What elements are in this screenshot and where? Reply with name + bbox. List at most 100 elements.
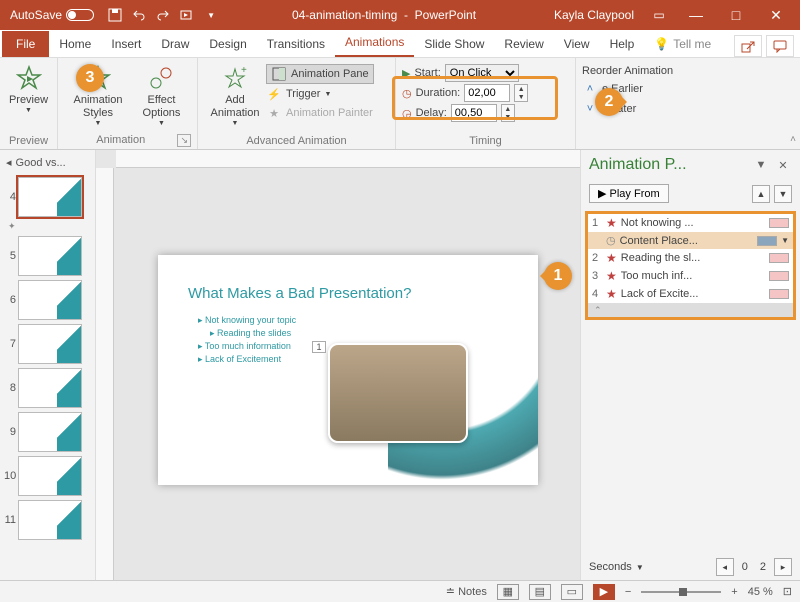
tab-animations[interactable]: Animations (335, 29, 414, 57)
group-label-advanced: Advanced Animation (204, 133, 389, 147)
reading-view-icon[interactable]: ▭ (561, 584, 583, 600)
effect-options-button[interactable]: Effect Options▼ (132, 62, 191, 131)
thumb-num: 9 (4, 426, 16, 438)
sorter-view-icon[interactable]: ▤ (529, 584, 551, 600)
entrance-star-icon: ★ (606, 251, 617, 265)
preview-button[interactable]: Preview ▼ (6, 62, 51, 118)
tab-design[interactable]: Design (199, 31, 256, 57)
move-up-button[interactable]: ▲ (752, 185, 770, 203)
notes-button[interactable]: ≐ Notes (446, 585, 487, 598)
maximize-button[interactable]: □ (716, 0, 756, 30)
undo-icon[interactable] (128, 4, 150, 26)
tab-insert[interactable]: Insert (101, 31, 151, 57)
tab-transitions[interactable]: Transitions (257, 31, 335, 57)
anim-tag-image[interactable]: 1 (312, 341, 326, 353)
lightbulb-icon: 💡 (654, 37, 669, 51)
anim-item[interactable]: 2★Reading the sl... (588, 249, 793, 267)
thumb-8[interactable] (18, 368, 82, 408)
delay-spinner[interactable]: ▲▼ (501, 104, 515, 122)
move-down-button[interactable]: ▼ (774, 185, 792, 203)
outline-header[interactable]: ◂ Good vs... (2, 152, 93, 173)
delay-input[interactable] (451, 104, 497, 122)
ribbon: Preview ▼ Preview Animation Styles▼ Effe… (0, 58, 800, 150)
comments-button[interactable] (766, 35, 794, 57)
duration-clock-icon: ◷ (402, 87, 412, 100)
zoom-out-icon[interactable]: − (625, 586, 631, 598)
group-label-preview: Preview (6, 133, 51, 147)
normal-view-icon[interactable]: ▦ (497, 584, 519, 600)
slide[interactable]: What Makes a Bad Presentation? ▸ Not kno… (158, 255, 538, 485)
anim-item-selected[interactable]: ◷Content Place...▼ (588, 232, 793, 249)
fit-to-window-icon[interactable]: ⊡ (783, 585, 792, 598)
collapse-ribbon-icon[interactable]: ˄ (790, 134, 796, 145)
tab-home[interactable]: Home (49, 31, 101, 57)
anim-list-expand[interactable]: ⌃ (588, 303, 793, 317)
clock-icon: ◷ (606, 234, 616, 247)
thumb-9[interactable] (18, 412, 82, 452)
anim-item[interactable]: 4★Lack of Excite... (588, 285, 793, 303)
slide-thumbnails: ◂ Good vs... 4 ✦ 5 6 7 8 9 10 11 (0, 150, 96, 580)
play-from-button[interactable]: ▶ Play From (589, 184, 669, 203)
timeline-start: 0 (738, 561, 752, 573)
add-animation-button[interactable]: + Add Animation▼ (204, 62, 266, 131)
thumb-5[interactable] (18, 236, 82, 276)
callout-1: 1 (544, 262, 572, 290)
pane-options-icon[interactable]: ▼ (752, 156, 770, 174)
duration-spinner[interactable]: ▲▼ (514, 84, 528, 102)
slide-canvas: What Makes a Bad Presentation? ▸ Not kno… (96, 150, 580, 580)
animation-painter-button[interactable]: ★ Animation Painter (266, 104, 374, 122)
add-animation-icon: + (221, 64, 249, 92)
tab-review[interactable]: Review (494, 31, 553, 57)
start-play-icon: ▶ (402, 67, 410, 80)
thumb-num: 8 (4, 382, 16, 394)
tab-draw[interactable]: Draw (151, 31, 199, 57)
ribbon-display-icon[interactable]: ▭ (642, 8, 676, 22)
trigger-icon: ⚡ (266, 86, 282, 102)
tab-view[interactable]: View (554, 31, 600, 57)
share-button[interactable] (734, 35, 762, 57)
tell-me-search[interactable]: 💡 Tell me (644, 31, 721, 57)
callout-2: 2 (595, 88, 623, 116)
timeline-right-icon[interactable]: ▸ (774, 558, 792, 576)
start-select[interactable]: On Click (445, 64, 519, 82)
entrance-star-icon: ★ (606, 269, 617, 283)
thumb-num: 4 (4, 191, 16, 203)
autosave-toggle[interactable]: AutoSave (4, 8, 100, 22)
group-label-timing: Timing (402, 133, 569, 147)
duration-input[interactable] (464, 84, 510, 102)
work-area: ◂ Good vs... 4 ✦ 5 6 7 8 9 10 11 What Ma… (0, 150, 800, 580)
tab-slideshow[interactable]: Slide Show (414, 31, 494, 57)
slideshow-view-icon[interactable]: ▶ (593, 584, 615, 600)
animation-pane-icon (271, 66, 287, 82)
thumb-6[interactable] (18, 280, 82, 320)
duration-row: ◷ Duration: ▲▼ (402, 84, 569, 102)
thumb-11[interactable] (18, 500, 82, 540)
pane-close-icon[interactable]: ✕ (774, 156, 792, 174)
reorder-label: Reorder Animation (582, 64, 700, 78)
redo-icon[interactable] (152, 4, 174, 26)
thumb-4[interactable] (18, 177, 82, 217)
start-row: ▶ Start: On Click (402, 64, 569, 82)
entrance-star-icon: ★ (606, 216, 617, 230)
animation-pane-button[interactable]: Animation Pane (266, 64, 374, 84)
minimize-button[interactable]: — (676, 0, 716, 30)
start-from-beginning-icon[interactable] (176, 4, 198, 26)
close-button[interactable]: ✕ (756, 0, 796, 30)
effect-options-icon (147, 64, 175, 92)
anim-item[interactable]: 3★Too much inf... (588, 267, 793, 285)
trigger-button[interactable]: ⚡ Trigger ▼ (266, 85, 374, 103)
delay-row: ◶ Delay: ▲▼ (402, 104, 569, 122)
slide-image[interactable] (328, 343, 468, 443)
tab-file[interactable]: File (2, 31, 49, 57)
user-name[interactable]: Kayla Claypool (546, 8, 642, 22)
save-icon[interactable] (104, 4, 126, 26)
tab-help[interactable]: Help (600, 31, 645, 57)
zoom-level[interactable]: 45 % (748, 586, 773, 598)
anim-item[interactable]: 1★Not knowing ... (588, 214, 793, 232)
timeline-left-icon[interactable]: ◂ (716, 558, 734, 576)
qat-dropdown-icon[interactable]: ▼ (200, 4, 222, 26)
thumb-10[interactable] (18, 456, 82, 496)
zoom-slider[interactable] (641, 591, 721, 593)
thumb-7[interactable] (18, 324, 82, 364)
zoom-in-icon[interactable]: + (731, 586, 737, 598)
